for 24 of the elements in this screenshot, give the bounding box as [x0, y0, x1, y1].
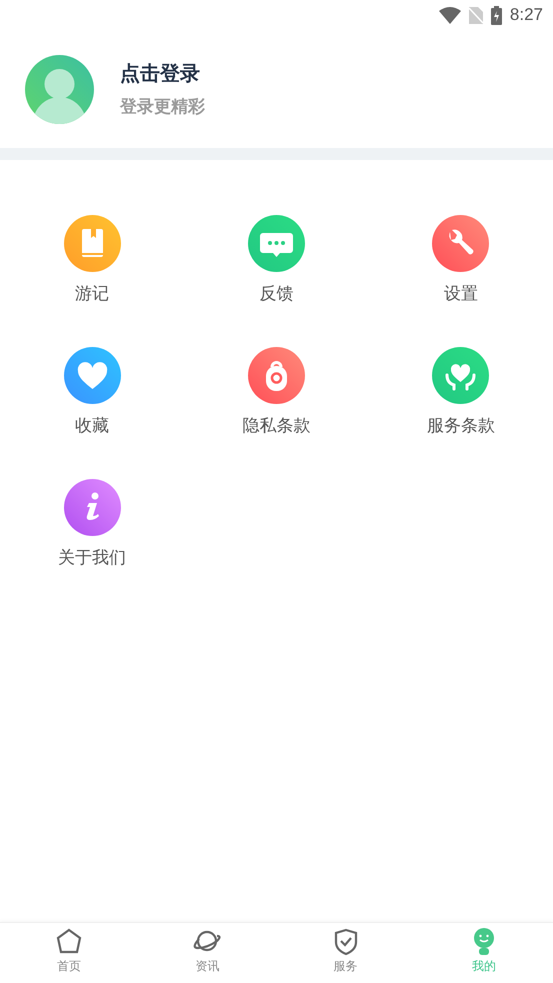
menu-item[interactable]: 收藏	[0, 347, 184, 449]
home-icon	[55, 927, 84, 956]
wrench-icon	[432, 215, 490, 272]
battery-charging-icon	[490, 6, 502, 24]
login-subtitle: 登录更精彩	[120, 96, 205, 118]
menu-item[interactable]: 关于我们	[0, 479, 184, 581]
login-title[interactable]: 点击登录	[120, 60, 205, 87]
no-sim-icon	[468, 6, 483, 24]
tab-bar-item[interactable]: 资讯	[138, 923, 276, 983]
info-icon	[64, 479, 121, 536]
menu-item[interactable]: 服务条款	[368, 347, 553, 449]
chat-icon	[248, 215, 305, 272]
status-time: 8:27	[510, 5, 543, 25]
wifi-icon	[438, 6, 461, 24]
menu-item[interactable]: 设置	[368, 215, 553, 317]
menu-item[interactable]: 隐私条款	[184, 347, 369, 449]
book-icon	[64, 215, 121, 272]
menu-item[interactable]: 反馈	[184, 215, 369, 317]
avatar-icon[interactable]	[25, 54, 94, 124]
menu-item[interactable]: 游记	[0, 215, 184, 317]
lock-icon	[248, 347, 305, 404]
hands-icon	[432, 347, 490, 404]
tab-bar-item[interactable]: 首页	[0, 923, 138, 983]
tab-bar-item[interactable]: 服务	[276, 923, 415, 983]
